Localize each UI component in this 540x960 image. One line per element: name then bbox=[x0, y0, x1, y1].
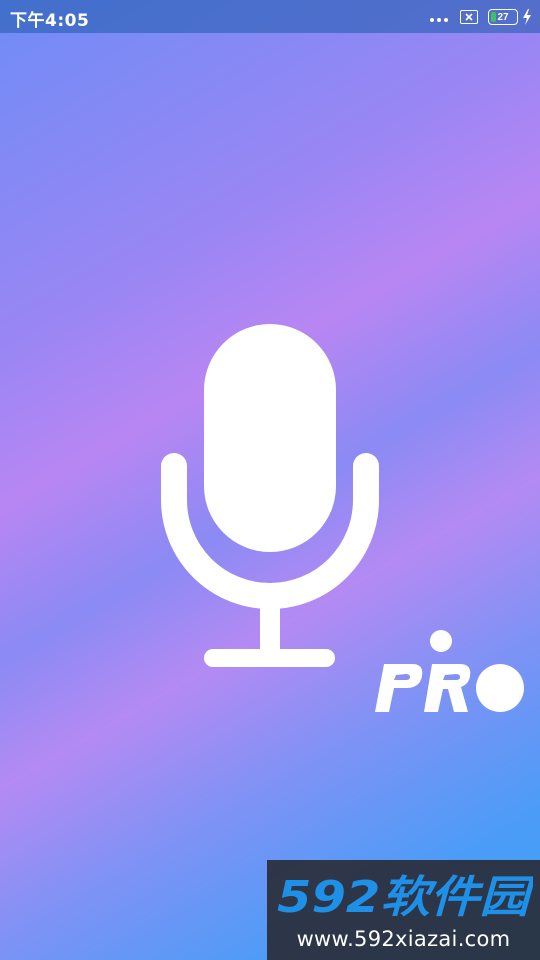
watermark-url: www.592xiazai.com bbox=[296, 927, 511, 951]
battery-level-text: 27 bbox=[497, 11, 509, 23]
charging-bolt-icon bbox=[523, 9, 531, 25]
svg-text:592软件园: 592软件园 bbox=[277, 872, 533, 922]
microphone-icon bbox=[161, 324, 379, 667]
battery-level-fill bbox=[491, 12, 496, 22]
battery-icon: 27 bbox=[488, 9, 518, 25]
pro-badge-logo bbox=[375, 630, 524, 712]
status-time: 下午4:05 bbox=[10, 11, 90, 31]
splash-screen: 下午4:05 27 592软件园 www.592xiazai.com bbox=[0, 0, 540, 960]
watermark-brand-logo: 592软件园 bbox=[277, 872, 533, 922]
no-sim-icon bbox=[460, 10, 478, 24]
status-bar: 下午4:05 27 bbox=[0, 0, 540, 33]
watermark-banner: 592软件园 www.592xiazai.com bbox=[267, 860, 540, 960]
more-dots-icon bbox=[430, 18, 448, 22]
status-icons: 27 bbox=[430, 8, 532, 26]
